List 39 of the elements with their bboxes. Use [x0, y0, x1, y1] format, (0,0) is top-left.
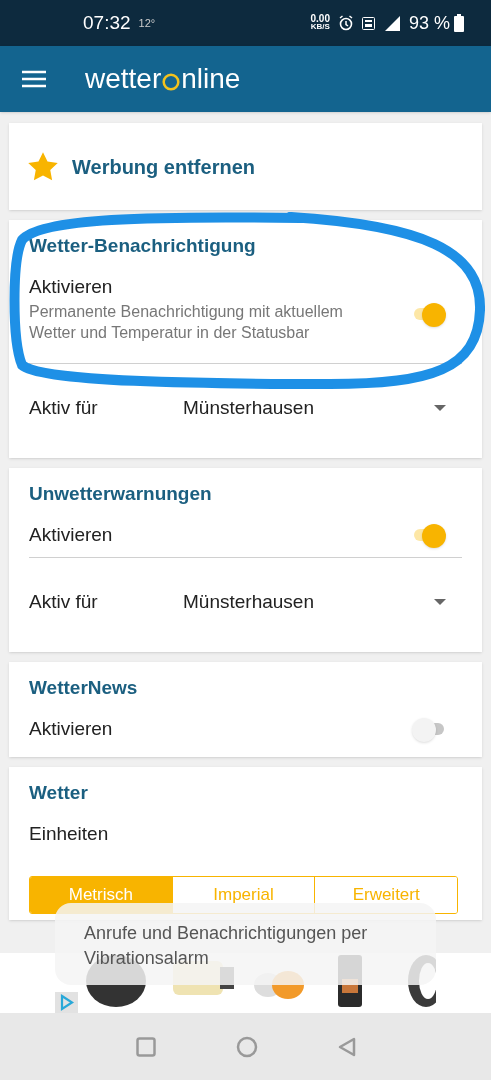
promo-label: Werbung entfernen: [72, 154, 255, 180]
data-rate: 0.00: [310, 15, 330, 23]
menu-icon[interactable]: [22, 70, 46, 88]
logo-text: wetter: [85, 65, 162, 93]
toggle-switch[interactable]: [412, 716, 446, 741]
dropdown-value: Münsterhausen: [183, 589, 315, 614]
caret-icon: [434, 405, 446, 411]
dropdown-label: Aktiv für: [29, 589, 99, 614]
back-icon[interactable]: [337, 1036, 356, 1057]
toggle-switch[interactable]: [412, 301, 446, 326]
section-title: Wetter-Benachrichtigung: [29, 234, 257, 258]
ad-choices-icon[interactable]: [55, 992, 78, 1013]
battery-level: 93 %: [408, 11, 450, 35]
alarm-icon: [337, 15, 354, 31]
section-title: WetterNews: [29, 676, 139, 700]
section-title: Wetter: [29, 781, 89, 805]
data-unit: KB/S: [310, 23, 330, 31]
caret-icon: [434, 599, 446, 605]
location-dropdown[interactable]: Aktiv für Münsterhausen: [29, 364, 462, 452]
setting-label: Aktivieren: [29, 522, 113, 547]
setting-description: Permanente Benachrichtigung mit aktuellem Wetter und Temperatur in der Statusbar: [29, 302, 344, 343]
clock: 07:32: [83, 10, 131, 35]
home-icon[interactable]: [235, 1035, 258, 1058]
location-dropdown[interactable]: Aktiv für Münsterhausen: [29, 558, 462, 646]
temperature: 12°: [138, 15, 156, 31]
setting-label: Einheiten: [29, 821, 110, 846]
toast-message: Anrufe und Benachrichtigungen per Vibrationsalarm: [55, 903, 436, 985]
setting-label: Aktivieren: [29, 274, 114, 299]
sun-ring-icon: [162, 72, 181, 91]
section-title: Unwetterwarnungen: [29, 482, 213, 506]
recents-icon[interactable]: [135, 1036, 156, 1057]
star-icon: [28, 152, 58, 181]
logo-text: nline: [181, 65, 241, 93]
setting-label: Aktivieren: [29, 716, 113, 741]
battery-icon: [454, 14, 464, 32]
toggle-switch[interactable]: [412, 522, 446, 547]
dropdown-label: Aktiv für: [29, 395, 99, 420]
promo-card[interactable]: Werbung entfernen: [9, 123, 482, 210]
dropdown-value: Münsterhausen: [183, 395, 315, 420]
